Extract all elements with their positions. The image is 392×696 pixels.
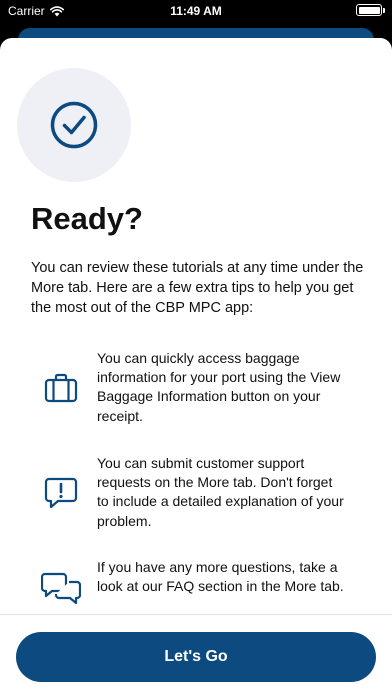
screen: Carrier 11:49 AM Ready? You can review t… [0,0,392,696]
ready-modal-sheet: Ready? You can review these tutorials at… [0,38,392,696]
intro-text: You can review these tutorials at any ti… [31,260,364,316]
bottom-action-bar: Let's Go [0,614,392,696]
checkmark-circle-icon [50,101,98,149]
status-time: 11:49 AM [170,4,222,18]
checkmark-badge [17,68,131,182]
status-right [356,4,385,16]
tip-icon-container [40,568,82,610]
chat-bubbles-icon [41,572,81,605]
briefcase-icon [44,373,78,403]
tip-text: You can submit customer support requests… [97,455,344,529]
lets-go-button[interactable]: Let's Go [16,632,376,682]
page-title: Ready? [31,201,143,236]
tip-text: You can quickly access baggage informati… [97,350,341,424]
tip-text: If you have any more questions, take a l… [97,559,344,595]
chat-alert-icon [44,477,78,509]
tip-icon-container [40,472,82,514]
battery-icon [356,4,385,16]
tip-icon-container [40,367,82,409]
status-bar: Carrier 11:49 AM [0,0,392,22]
